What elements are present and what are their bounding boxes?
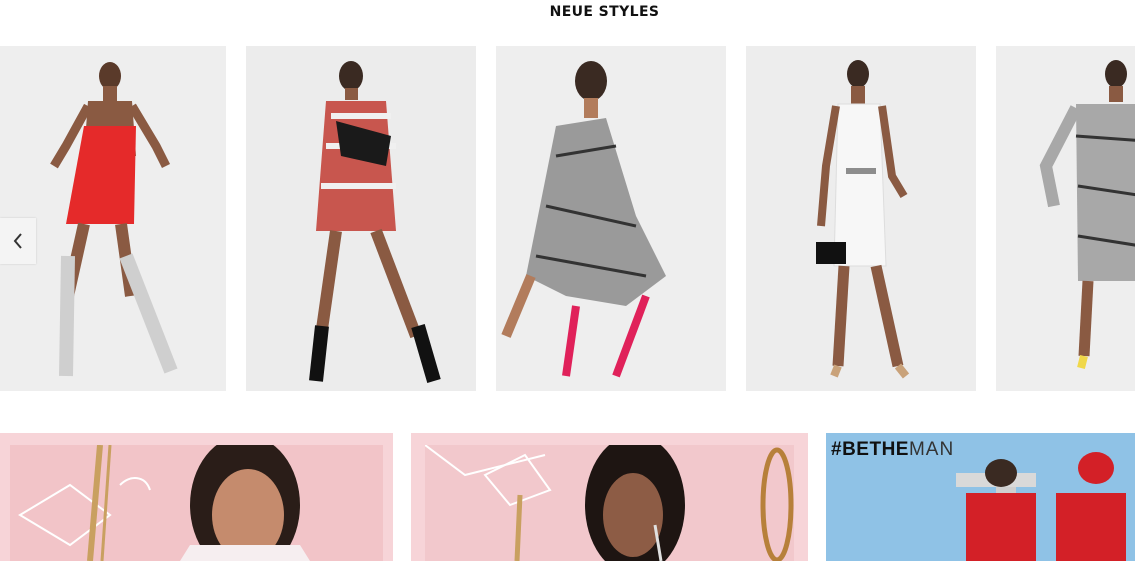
product-card[interactable] <box>496 46 726 391</box>
promo-banner-3[interactable]: #BETHEMAN <box>826 433 1135 561</box>
product-card[interactable] <box>746 46 976 391</box>
banner-image <box>10 435 383 561</box>
product-card[interactable] <box>996 46 1135 391</box>
promo-banner-2[interactable] <box>411 433 808 561</box>
banner-image <box>424 435 794 561</box>
product-carousel <box>0 46 1135 391</box>
carousel-prev-button[interactable] <box>0 218 36 264</box>
product-image <box>496 46 726 391</box>
product-image <box>246 46 476 391</box>
product-image <box>746 46 976 391</box>
bethe-man-hashtag: #BETHEMAN <box>831 439 955 460</box>
product-card[interactable] <box>246 46 476 391</box>
promo-banner-1[interactable] <box>0 433 393 561</box>
chevron-left-icon <box>13 233 22 249</box>
section-title: NEUE STYLES <box>549 4 660 20</box>
product-image <box>996 46 1135 391</box>
